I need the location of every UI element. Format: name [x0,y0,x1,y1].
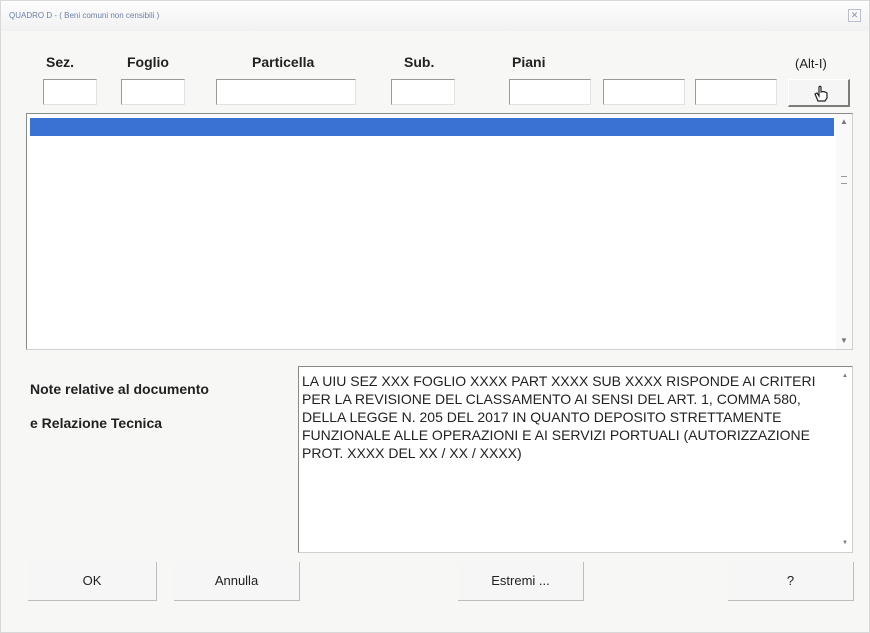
notes-scroll-up-icon[interactable]: ▲ [840,371,850,381]
foglio-input[interactable] [121,79,185,105]
annulla-button[interactable]: Annulla [174,562,300,601]
scroll-up-arrow-icon[interactable]: ▲ [839,117,849,127]
header-foglio: Foglio [127,54,169,70]
piano-2-input[interactable] [603,79,685,105]
sez-input[interactable] [43,79,97,105]
list-scrollbar[interactable]: ▲ ▼ [836,114,852,349]
particelle-list[interactable]: ▲ ▼ [26,113,853,350]
ok-button[interactable]: OK [28,562,157,601]
notes-label-line1: Note relative al documento [30,381,209,397]
hand-pointer-icon [814,85,828,102]
selected-list-row[interactable] [30,118,834,136]
notes-text[interactable]: LA UIU SEZ xxx FOGLIO xxxx PART xxxx SUB… [302,372,837,462]
notes-scroll-down-icon[interactable]: ▼ [840,538,850,548]
help-button[interactable]: ? [728,562,854,601]
particella-input[interactable] [216,79,356,105]
header-particella: Particella [252,54,315,70]
header-piani: Piani [512,54,546,70]
notes-textarea[interactable]: LA UIU SEZ xxx FOGLIO xxxx PART xxxx SUB… [298,366,853,553]
estremi-button[interactable]: Estremi ... [458,562,584,601]
sub-input[interactable] [391,79,455,105]
notes-label-line2: e Relazione Tecnica [30,415,163,431]
quadro-d-dialog: QUADRO D - ( Beni comuni non censibili )… [0,0,870,633]
header-sez: Sez. [46,54,75,70]
insert-button[interactable] [788,79,850,107]
shortcut-hint: (Alt-I) [795,56,827,71]
title-bar: QUADRO D - ( Beni comuni non censibili )… [1,1,869,31]
scroll-down-arrow-icon[interactable]: ▼ [839,336,849,346]
window-title: QUADRO D - ( Beni comuni non censibili ) [9,11,160,20]
scroll-thumb-grip[interactable] [841,176,847,184]
close-icon[interactable]: ✕ [848,9,861,22]
notes-scrollbar[interactable]: ▲ ▼ [838,367,852,552]
header-sub: Sub. [404,54,435,70]
piano-3-input[interactable] [695,79,777,105]
piano-1-input[interactable] [509,79,591,105]
